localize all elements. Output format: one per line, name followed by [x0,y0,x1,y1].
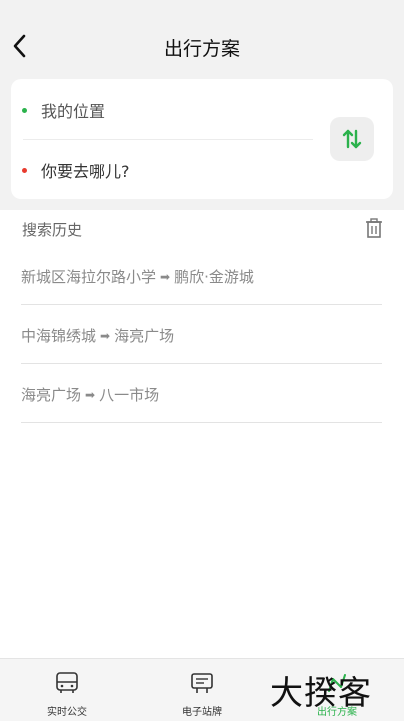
stop-sign-icon [191,673,213,693]
history-from: 新城区海拉尔路小学 [21,268,157,286]
tab-realtime-bus[interactable]: 实时公交 [0,659,134,721]
trash-icon [366,218,382,238]
history-title: 搜索历史 [22,221,83,239]
origin-label: 我的位置 [41,102,106,121]
history-item[interactable]: 海亮广场 ➡ 八一市场 [21,364,382,423]
tab-label: 电子站牌 [182,707,222,718]
origin-dot-icon [22,108,27,113]
swap-button[interactable] [330,117,374,161]
watermark: 大揆客 [270,673,372,712]
arrow-right-icon: ➡ [85,388,96,402]
origin-field[interactable]: 我的位置 [11,81,321,139]
page-title: 出行方案 [163,38,240,60]
route-card: 我的位置 你要去哪儿? [11,79,393,199]
history-to: 鹏欣·金游城 [174,268,254,286]
destination-field[interactable]: 你要去哪儿? [11,141,321,199]
bus-icon [56,672,78,693]
divider [23,139,313,140]
clear-history-button[interactable] [364,217,384,239]
tab-electronic-stop[interactable]: 电子站牌 [135,659,269,721]
history-from: 中海锦绣城 [21,327,97,345]
destination-dot-icon [22,168,27,173]
history-item[interactable]: 新城区海拉尔路小学 ➡ 鹏欣·金游城 [21,246,382,305]
destination-placeholder: 你要去哪儿? [41,162,130,181]
arrow-right-icon: ➡ [100,329,111,343]
history-to: 海亮广场 [114,327,175,345]
swap-arrows-icon [342,129,362,149]
history-item[interactable]: 中海锦绣城 ➡ 海亮广场 [21,305,382,364]
history-from: 海亮广场 [21,386,82,404]
arrow-right-icon: ➡ [160,270,171,284]
tab-label: 实时公交 [47,707,87,718]
history-to: 八一市场 [99,386,160,404]
